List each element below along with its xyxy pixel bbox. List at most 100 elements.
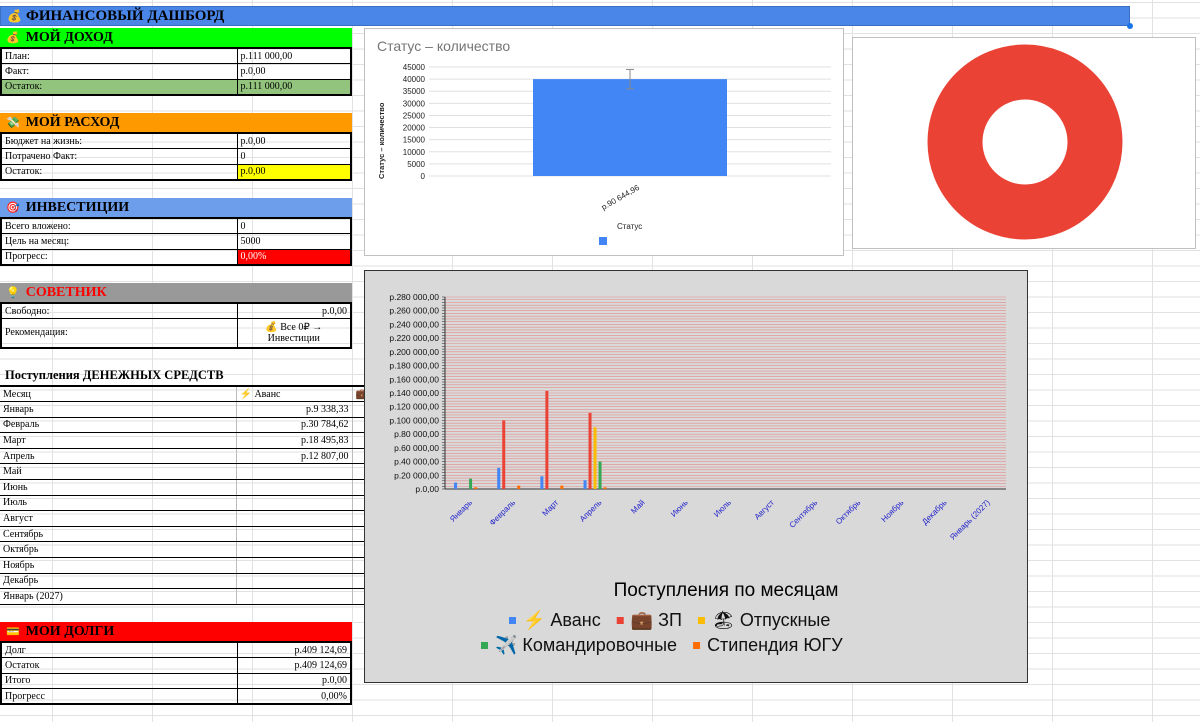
cashflow-advance-cell[interactable]: р.18 495,83 — [236, 432, 353, 449]
legend-swatch[interactable] — [693, 642, 701, 649]
income-remaining-label[interactable]: Остаток: — [0, 78, 238, 95]
legend-swatch[interactable] — [697, 617, 705, 624]
expense-budget-value[interactable]: р.0,00 — [236, 132, 352, 149]
cashflow-month-cell[interactable]: Декабрь — [0, 573, 237, 590]
legend-swatch[interactable] — [481, 642, 488, 649]
cashflow-col-advance[interactable]: ⚡ Аванс — [236, 386, 353, 403]
donut-slice[interactable] — [927, 44, 1123, 240]
cashflow-month-cell[interactable]: Октябрь — [0, 541, 237, 559]
cashflow-month-cell[interactable]: Январь (2027) — [0, 588, 237, 605]
cashflow-month-cell[interactable]: Июнь — [0, 479, 237, 496]
expense-remaining-value[interactable]: р.0,00 — [236, 163, 352, 180]
legend-swatch[interactable] — [509, 617, 516, 624]
cashflow-advance-cell[interactable] — [236, 588, 353, 605]
income-plan-value[interactable]: р.111 000,00 — [236, 47, 352, 64]
bar[interactable] — [598, 461, 602, 489]
expense-header[interactable]: 💸 МОЙ РАСХОД — [0, 113, 352, 133]
bar[interactable] — [474, 487, 478, 489]
cashflow-advance-cell[interactable]: р.9 338,33 — [236, 401, 353, 418]
cashflow-advance-cell[interactable] — [236, 573, 353, 590]
debts-total-label[interactable]: Итого — [0, 672, 238, 689]
monthly-income-chart[interactable]: Поступления по месяцам р.0,00 р.20 000,00… — [364, 270, 1028, 683]
debts-remaining-label[interactable]: Остаток — [0, 657, 238, 674]
income-plan-label[interactable]: План: — [0, 47, 238, 64]
income-fact-label[interactable]: Факт: — [0, 63, 238, 80]
expense-spent-value[interactable]: 0 — [236, 148, 352, 165]
cashflow-month-cell[interactable]: Ноябрь — [0, 557, 237, 574]
bar[interactable] — [540, 476, 544, 489]
selection-handle[interactable] — [1127, 23, 1133, 29]
bar[interactable] — [517, 485, 521, 489]
bar[interactable] — [502, 420, 506, 489]
cashflow-month-cell[interactable]: Май — [0, 463, 237, 481]
bar[interactable] — [545, 390, 549, 489]
cashflow-advance-cell[interactable] — [236, 463, 353, 481]
cashflow-month-cell[interactable]: Март — [0, 432, 237, 449]
invest-goal-label[interactable]: Цель на месяц: — [0, 233, 238, 250]
expense-spent-label[interactable]: Потрачено Факт: — [0, 148, 238, 165]
expense-remaining-label[interactable]: Остаток: — [0, 163, 238, 180]
advisor-header-label: СОВЕТНИК — [25, 285, 107, 300]
debts-progress-value[interactable]: 0,00% — [236, 688, 352, 705]
debts-debt-label[interactable]: Долг — [0, 641, 238, 658]
legend-label[interactable]: 💼 ЗП — [631, 610, 682, 630]
invest-total-value[interactable]: 0 — [236, 217, 352, 234]
bar[interactable] — [588, 412, 592, 489]
cashflow-advance-cell[interactable] — [236, 541, 353, 559]
status-chart-legend-swatch[interactable] — [599, 237, 607, 245]
cashflow-month-cell[interactable]: Сентябрь — [0, 526, 237, 543]
advisor-free-value[interactable]: р.0,00 — [236, 302, 352, 319]
donut-chart[interactable] — [852, 37, 1196, 249]
cashflow-advance-cell[interactable] — [236, 510, 353, 527]
advisor-rec-label[interactable]: Рекомендация: — [0, 318, 238, 348]
cashflow-month-cell[interactable]: Август — [0, 510, 237, 527]
cashflow-advance-cell[interactable]: р.12 807,00 — [236, 448, 353, 465]
debts-total-value[interactable]: р.0,00 — [236, 672, 352, 689]
advisor-rec-value[interactable]: 💰 Все 0₽ → Инвестиции — [236, 318, 352, 348]
cashflow-col-month[interactable]: Месяц — [0, 386, 237, 403]
advisor-free-label[interactable]: Свободно: — [0, 302, 238, 319]
cashflow-advance-cell[interactable]: р.30 784,62 — [236, 417, 353, 434]
cashflow-month-cell[interactable]: Апрель — [0, 448, 237, 465]
cashflow-advance-cell[interactable] — [236, 526, 353, 543]
table-row: Июнь — [0, 479, 371, 496]
cashflow-advance-cell[interactable] — [236, 557, 353, 574]
invest-header[interactable]: 🎯 ИНВЕСТИЦИИ — [0, 198, 352, 218]
x-tick-label: Март — [540, 498, 560, 518]
bar[interactable] — [533, 79, 727, 176]
invest-goal-value[interactable]: 5000 — [236, 233, 352, 250]
invest-progress-value[interactable]: 0,00% — [236, 248, 352, 265]
cashflow-month-cell[interactable]: Февраль — [0, 417, 237, 434]
legend-label[interactable]: 🏖 Отпускные — [712, 610, 830, 630]
debts-remaining-value[interactable]: р.409 124,69 — [236, 657, 352, 674]
expense-budget-label[interactable]: Бюджет на жизнь: — [0, 132, 238, 149]
income-remaining-value[interactable]: р.111 000,00 — [236, 78, 352, 95]
advisor-header[interactable]: 💡 СОВЕТНИК — [0, 283, 352, 303]
bar[interactable] — [497, 467, 501, 489]
invest-progress-label[interactable]: Прогресс: — [0, 248, 238, 265]
bar[interactable] — [603, 487, 607, 489]
cashflow-advance-cell[interactable] — [236, 479, 353, 496]
status-chart-xlabel: Статус — [617, 222, 642, 231]
income-fact-value[interactable]: р.0,00 — [236, 63, 352, 80]
debts-progress-label[interactable]: Прогресс — [0, 688, 238, 705]
legend-label[interactable]: ⚡ Аванс — [523, 609, 601, 631]
bar[interactable] — [583, 480, 587, 489]
bar[interactable] — [560, 485, 564, 489]
legend-label[interactable]: Стипендия ЮГУ — [707, 635, 843, 655]
invest-total-label[interactable]: Всего вложено: — [0, 217, 238, 234]
status-chart[interactable]: Статус – количество Статус – количество … — [364, 28, 844, 256]
bar[interactable] — [469, 478, 473, 489]
dashboard-title-bar[interactable]: 💰 ФИНАНСОВЫЙ ДАШБОРД — [0, 6, 1130, 26]
cashflow-month-cell[interactable]: Январь — [0, 401, 237, 418]
debts-header[interactable]: 💳 МОИ ДОЛГИ — [0, 622, 352, 642]
cashflow-month-cell[interactable]: Июль — [0, 495, 237, 512]
bar[interactable] — [593, 427, 597, 489]
legend-swatch[interactable] — [616, 617, 624, 624]
table-row: Цель на месяц: 5000 — [0, 233, 352, 250]
cashflow-advance-cell[interactable] — [236, 495, 353, 512]
income-header[interactable]: 💰 МОЙ ДОХОД — [0, 28, 352, 48]
legend-label[interactable]: ✈️ Командировочные — [495, 634, 677, 655]
bar[interactable] — [454, 482, 458, 489]
debts-debt-value[interactable]: р.409 124,69 — [236, 641, 352, 658]
